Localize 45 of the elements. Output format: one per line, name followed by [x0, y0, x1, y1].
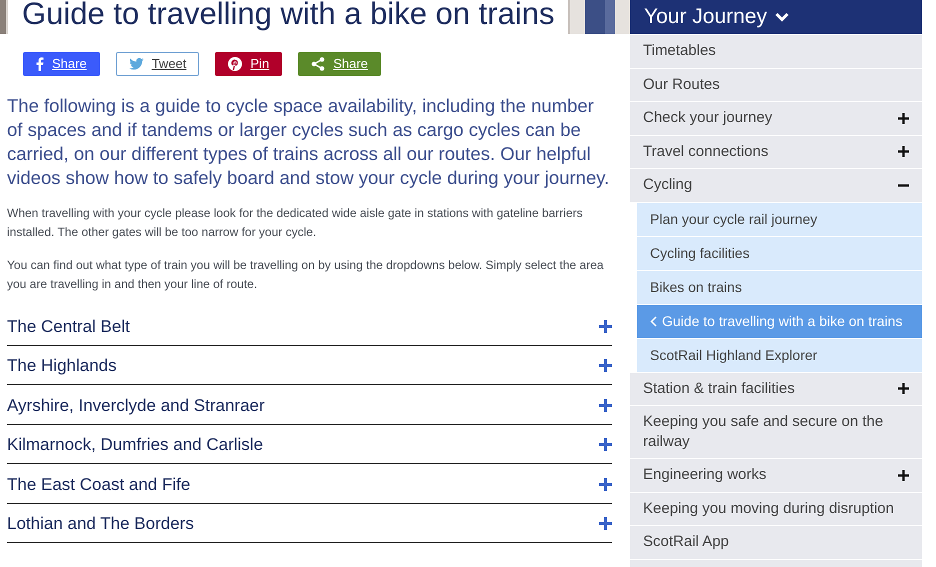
plus-icon[interactable] [898, 112, 909, 124]
submenu-item[interactable]: Plan your cycle rail journey [637, 202, 922, 236]
sidebar-item[interactable]: Cycling [630, 168, 922, 202]
pinterest-icon [228, 57, 242, 71]
sidebar-item[interactable]: Keeping you moving during disruption [630, 492, 922, 525]
plus-icon[interactable] [898, 146, 909, 158]
sidebar-item[interactable]: ScotRail App [630, 525, 922, 558]
accordion-header[interactable]: The East Coast and Fife [7, 464, 612, 504]
sidebar-item[interactable]: Timetables [630, 34, 922, 68]
accordion-header[interactable]: The Central Belt [7, 306, 612, 346]
accordion-header[interactable]: Lothian and The Borders [7, 504, 612, 543]
bird-icon [128, 58, 144, 70]
accordion-title: The Highlands [7, 355, 117, 377]
chevron-left-icon [650, 316, 657, 326]
facebook-share-button[interactable]: Share [23, 52, 100, 76]
sidebar-item[interactable]: Keeping you safe and secure on the railway [630, 405, 922, 458]
accordion-title: Kilmarnock, Dumfries and Carlisle [7, 434, 264, 456]
facebook-icon [36, 57, 44, 71]
paragraph: You can find out what type of train you will be travelling on by using the dropdowns below. Simply select the area you are travelling in and then your line of route. [7, 257, 605, 293]
accordion-title: The East Coast and Fife [7, 474, 190, 496]
sidebar-header[interactable]: Your Journey [630, 0, 922, 34]
sidebar-item[interactable]: Engineering works [630, 458, 922, 492]
sidebar-item[interactable]: Travel connections [630, 134, 922, 168]
sidebar-item[interactable]: Our Routes [630, 68, 922, 101]
plus-icon[interactable] [898, 383, 909, 394]
share-share-button[interactable]: Share [298, 52, 381, 76]
paragraph: When travelling with your cycle please look for the dedicated wide aisle gate in stations with gateline barriers installed. The other gates will be too narrow for your cycle. [7, 205, 584, 241]
sidebar-item[interactable]: Station & train facilities [630, 372, 922, 405]
page-title: Guide to travelling with a bike on trains [8, 0, 568, 34]
accordion-title: Lothian and The Borders [7, 513, 194, 535]
chevron-down-icon [774, 12, 789, 22]
twitter-share-button[interactable]: Tweet [116, 52, 200, 76]
submenu-item[interactable]: ScotRail Highland Explorer [637, 338, 922, 372]
accordion-header[interactable]: Ayrshire, Inverclyde and Stranraer [7, 385, 612, 424]
pinterest-share-button[interactable]: Pin [215, 52, 282, 76]
accordion-title: The Central Belt [7, 316, 130, 338]
accordion-header[interactable]: The Highlands [7, 346, 612, 385]
intro-paragraph: The following is a guide to cycle space availability, including the number of spaces and if tandems or larger cycles such as cargo cycles can be carried, on our different types of trains across all our routes. Our helpful videos show how to safely board and stow your cycle during your journey. [7, 94, 610, 190]
share-icon [311, 57, 326, 71]
plus-icon[interactable] [898, 470, 909, 481]
accordion-title: Ayrshire, Inverclyde and Stranraer [7, 394, 265, 416]
submenu-item[interactable]: Bikes on trains [637, 270, 922, 304]
sidebar-item[interactable]: Check your journey [630, 101, 922, 134]
accordion-header[interactable]: Kilmarnock, Dumfries and Carlisle [7, 424, 612, 464]
submenu-item[interactable]: Cycling facilities [637, 236, 922, 270]
